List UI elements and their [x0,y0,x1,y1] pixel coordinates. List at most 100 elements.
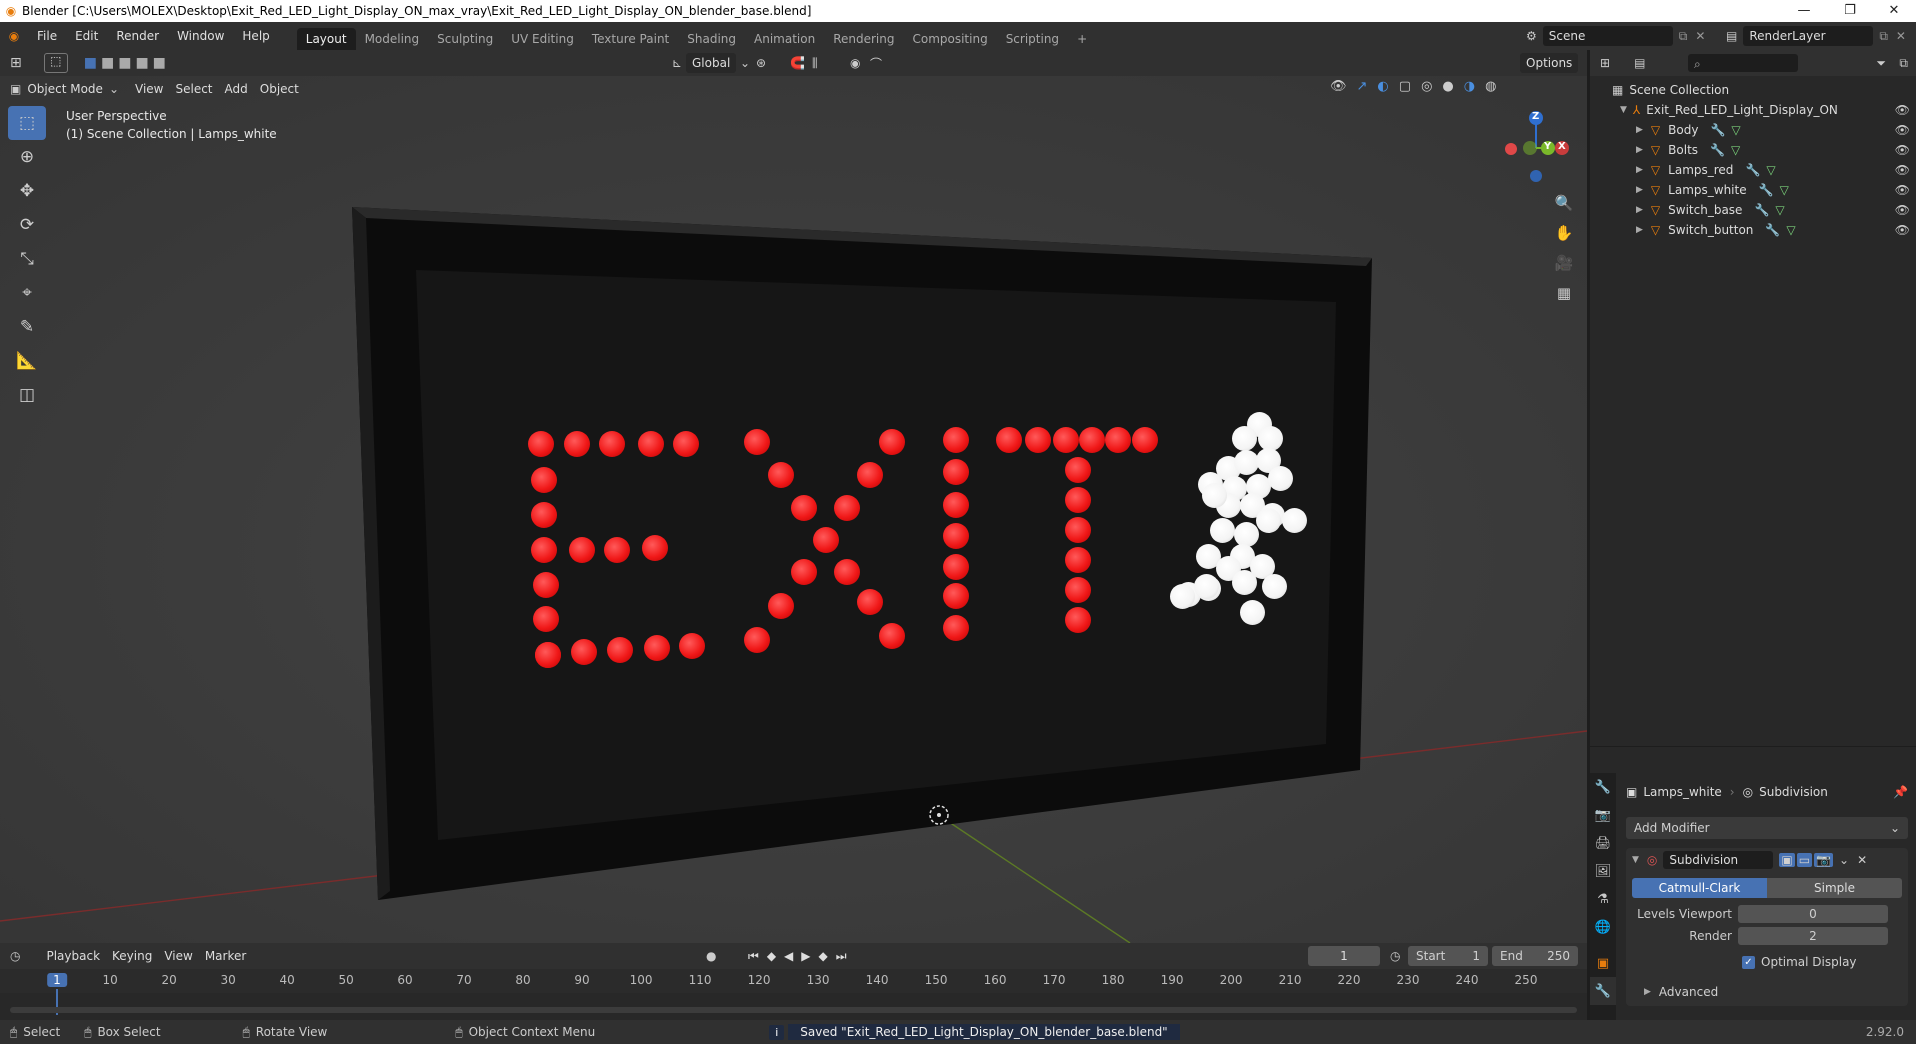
overlay-toggle-icon[interactable]: ◐ [1377,79,1388,94]
options-dropdown[interactable]: Options [1520,53,1579,73]
menu-view[interactable]: View [129,79,169,99]
menu-edit[interactable]: Edit [66,22,107,50]
jump-keyframe-back-icon[interactable]: ◆ [767,949,776,963]
wireframe-shading-icon[interactable]: ◎ [1421,79,1432,94]
menu-add[interactable]: Add [219,79,254,99]
blender-menu-icon[interactable]: ◉ [0,29,28,43]
simple-button[interactable]: Simple [1767,878,1902,898]
navigation-gizmo[interactable]: Z X Y [1496,106,1576,186]
scene-tab-icon[interactable]: ⚗ [1590,885,1616,913]
visibility-eye-icon[interactable]: 👁 [1895,123,1910,137]
render-levels-field[interactable]: 2 [1738,927,1888,945]
zoom-icon[interactable]: 🔍 [1553,194,1575,224]
tab-uv-editing[interactable]: UV Editing [502,28,583,50]
outliner-editor-icon[interactable]: ⊞ [1600,56,1610,70]
scene-collection-row[interactable]: ▦ Scene Collection [1590,80,1916,100]
outliner-object-row[interactable]: ▶ ▽ Lamps_red 🔧 ▽ 👁 [1590,160,1916,180]
modifier-wrench-icon[interactable]: 🔧 [1710,143,1725,157]
end-frame-field[interactable]: End 250 [1492,946,1578,966]
grid-view-icon[interactable]: ▦ [1553,284,1575,314]
maximize-button[interactable]: ❐ [1830,0,1870,22]
filter-icon[interactable]: ⏷ [1876,56,1886,71]
menu-marker[interactable]: Marker [199,946,252,966]
start-frame-field[interactable]: Start 1 [1408,946,1488,966]
add-workspace-button[interactable]: + [1068,28,1096,50]
outliner-object-row[interactable]: ▶ ▽ Bolts 🔧 ▽ 👁 [1590,140,1916,160]
expand-arrow-icon[interactable]: ▶ [1636,185,1643,195]
mesh-data-icon[interactable]: ▽ [1775,203,1784,217]
expand-arrow-icon[interactable]: ▼ [1620,105,1627,115]
delete-scene-icon[interactable]: ✕ [1695,29,1705,43]
snap-icon[interactable]: 🧲 [790,56,805,70]
record-icon[interactable]: ● [706,949,716,963]
visibility-eye-icon[interactable]: 👁 [1895,223,1910,237]
select-mode-extend-icon[interactable]: ■ [101,55,114,71]
pan-hand-icon[interactable]: ✋ [1553,224,1575,254]
play-icon[interactable]: ▶ [801,949,810,963]
transform-tool-icon[interactable]: ⌖ [8,276,46,310]
modifier-wrench-icon[interactable]: 🔧 [1710,123,1725,137]
visibility-eye-icon[interactable]: 👁 [1895,143,1910,157]
xray-icon[interactable]: ▢ [1399,79,1411,94]
visibility-eye-icon[interactable]: 👁 [1895,203,1910,217]
timeline-scrollbar[interactable] [10,1007,1577,1013]
expand-arrow-icon[interactable]: ▶ [1636,205,1643,215]
delete-render-layer-icon[interactable]: ✕ [1896,29,1906,43]
menu-timeline-view[interactable]: View [158,946,198,966]
scale-tool-icon[interactable]: ⤡ [8,242,46,276]
expand-arrow-icon[interactable]: ▶ [1636,225,1643,235]
tab-shading[interactable]: Shading [678,28,745,50]
select-mode-new-icon[interactable]: ■ [84,55,97,71]
object-mode-dropdown[interactable]: Object Mode [21,79,109,99]
chevron-down-icon[interactable]: ⌄ [1839,853,1849,867]
measure-tool-icon[interactable]: 📐 [8,344,46,378]
world-tab-icon[interactable]: 🌐 [1590,913,1616,941]
render-tab-icon[interactable]: 📷 [1590,801,1616,829]
new-collection-icon[interactable]: ⧉ [1899,56,1908,71]
menu-playback[interactable]: Playback [40,946,106,966]
outliner-search-input[interactable]: ⌕ [1688,54,1798,72]
menu-help[interactable]: Help [233,22,278,50]
viewport-toggle-icon[interactable]: ▭ [1796,853,1813,867]
editmode-toggle-icon[interactable]: ▣ [1779,853,1795,867]
modifier-wrench-icon[interactable]: 🔧 [1745,163,1760,177]
tab-layout[interactable]: Layout [296,28,356,50]
editor-type-icon[interactable]: ⊞ [10,55,22,71]
tab-animation[interactable]: Animation [745,28,824,50]
output-tab-icon[interactable]: 🖨 [1590,829,1616,857]
snap-target-icon[interactable]: ⫼ [812,56,818,71]
timeline-ruler[interactable]: 1 10 20 30 40 50 60 70 80 90 100 110 120 130 140 150 160… [0,969,1587,1015]
scene-name-field[interactable]: Scene [1542,26,1673,46]
select-mode-intersect-icon[interactable]: ■ [153,55,166,71]
tab-compositing[interactable]: Compositing [903,28,996,50]
play-reverse-icon[interactable]: ◀ [784,949,793,963]
tab-sculpting[interactable]: Sculpting [428,28,502,50]
proportional-edit-icon[interactable]: ◉ [850,56,860,70]
visibility-eye-icon[interactable]: 👁 [1895,103,1910,117]
mesh-data-icon[interactable]: ▽ [1780,183,1789,197]
modifier-wrench-icon[interactable]: 🔧 [1759,183,1774,197]
solid-shading-icon[interactable]: ● [1442,79,1453,94]
tab-rendering[interactable]: Rendering [824,28,903,50]
visibility-eye-icon[interactable]: 👁 [1895,163,1910,177]
outliner-object-row[interactable]: ▶ ▽ Lamps_white 🔧 ▽ 👁 [1590,180,1916,200]
advanced-subpanel[interactable]: ▶ Advanced [1626,982,1908,1002]
jump-start-icon[interactable]: ⏮ [748,949,759,964]
select-box-tool-icon[interactable]: ⬚ [8,106,46,140]
jump-end-icon[interactable]: ⏭ [836,949,847,964]
modifier-wrench-icon[interactable]: 🔧 [1765,223,1780,237]
tab-scripting[interactable]: Scripting [997,28,1068,50]
material-shading-icon[interactable]: ◑ [1464,79,1475,94]
timeline-editor-icon[interactable]: ◷ [10,949,20,963]
cursor-tool-icon[interactable]: ⊕ [8,140,46,174]
visibility-icon[interactable]: 👁 [1330,79,1347,94]
expand-arrow-icon[interactable]: ▶ [1636,145,1643,155]
tool-tab-icon[interactable]: 🔧 [1590,773,1616,801]
minimize-button[interactable]: — [1784,0,1824,22]
tab-texture-paint[interactable]: Texture Paint [583,28,678,50]
menu-select[interactable]: Select [169,79,218,99]
mesh-data-icon[interactable]: ▽ [1786,223,1795,237]
modifier-name-field[interactable]: Subdivision [1663,851,1774,869]
collection-row[interactable]: ▼ ⅄ Exit_Red_LED_Light_Display_ON 👁 [1590,100,1916,120]
menu-window[interactable]: Window [168,22,233,50]
